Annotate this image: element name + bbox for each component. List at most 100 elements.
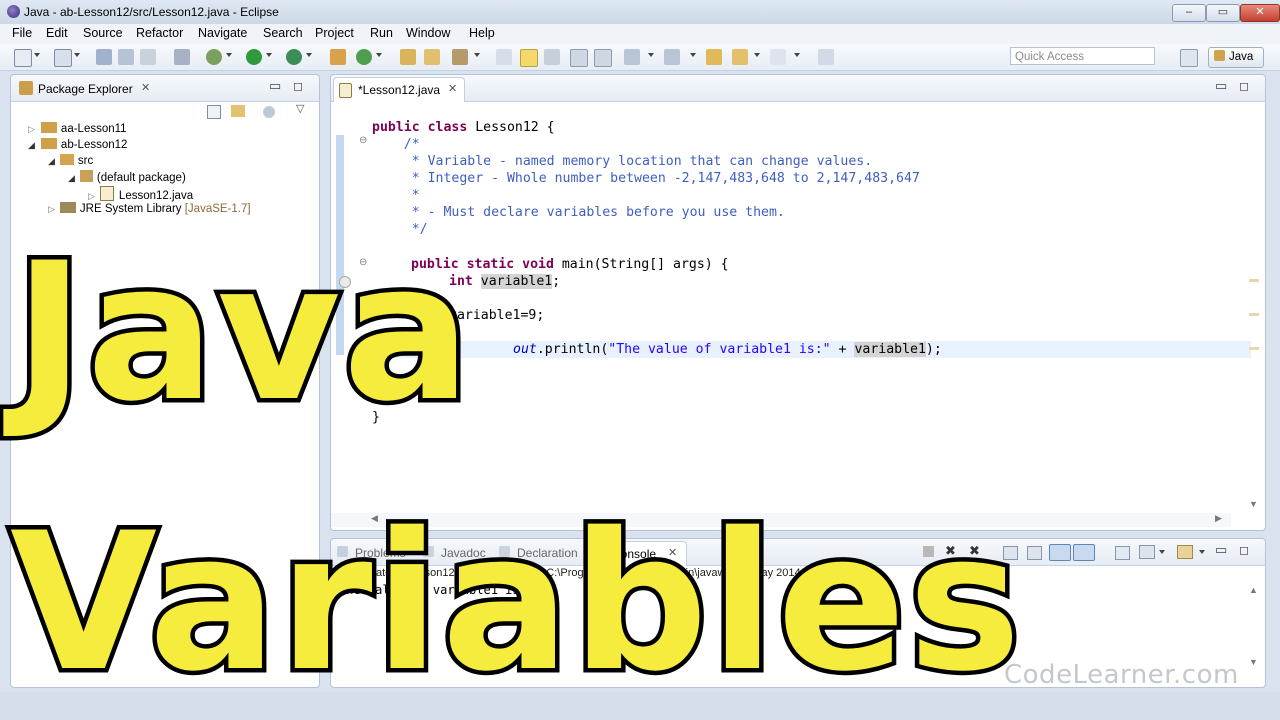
minimize-view-icon[interactable]: ▭ bbox=[1215, 78, 1227, 94]
search-icon[interactable] bbox=[452, 49, 468, 65]
scroll-right-icon[interactable]: ▶ bbox=[1215, 513, 1222, 524]
pin-console-icon[interactable] bbox=[1115, 546, 1130, 560]
chevron-down-icon[interactable] bbox=[226, 53, 232, 57]
java-perspective-icon bbox=[1214, 50, 1225, 61]
print-icon[interactable] bbox=[140, 49, 156, 65]
chevron-right-icon[interactable]: ▷ bbox=[88, 191, 95, 201]
scroll-down-icon[interactable]: ▼ bbox=[1249, 657, 1258, 667]
chevron-down-icon[interactable] bbox=[1199, 550, 1205, 554]
chevron-down-icon[interactable] bbox=[754, 53, 760, 57]
open-perspective-icon[interactable] bbox=[1180, 49, 1198, 67]
code-line-11[interactable]: out.println("The value of variable1 is:"… bbox=[449, 342, 942, 357]
close-icon[interactable]: ✕ bbox=[448, 82, 457, 95]
code-line-6[interactable]: * - Must declare variables before you us… bbox=[372, 205, 785, 220]
editor-tab[interactable]: *Lesson12.java ✕ bbox=[333, 77, 465, 102]
editor-tab-label: *Lesson12.java bbox=[358, 83, 441, 97]
chevron-down-icon[interactable] bbox=[474, 53, 480, 57]
open-folder-icon[interactable] bbox=[424, 49, 440, 65]
minimize-view-icon[interactable]: ▭ bbox=[1215, 542, 1227, 558]
paragraph-icon[interactable] bbox=[594, 49, 612, 67]
open-type-icon[interactable] bbox=[400, 49, 416, 65]
run-icon[interactable] bbox=[246, 49, 262, 65]
keyword: public class bbox=[372, 120, 468, 135]
maximize-view-icon[interactable]: ◻ bbox=[1239, 543, 1249, 557]
occurrence-marker[interactable] bbox=[1249, 279, 1259, 282]
chevron-down-icon[interactable] bbox=[648, 53, 654, 57]
mark-occurrences-icon[interactable] bbox=[520, 49, 538, 67]
maximize-view-icon[interactable]: ◻ bbox=[1239, 79, 1249, 93]
chevron-down-icon[interactable] bbox=[74, 53, 80, 57]
display-console-icon[interactable] bbox=[1139, 545, 1155, 559]
coverage-icon[interactable] bbox=[286, 49, 302, 65]
chevron-down-icon[interactable] bbox=[690, 53, 696, 57]
code-line-4[interactable]: * Integer - Whole number between -2,147,… bbox=[372, 171, 920, 186]
new-java-project-icon[interactable] bbox=[330, 49, 346, 65]
debug-icon[interactable] bbox=[206, 49, 222, 65]
view-menu-icon[interactable]: ▽ bbox=[296, 102, 304, 115]
show-on-error-icon[interactable] bbox=[1073, 544, 1095, 561]
quick-access-input[interactable]: Quick Access bbox=[1010, 47, 1155, 65]
next-annotation-icon[interactable] bbox=[624, 49, 640, 65]
menu-edit[interactable]: Edit bbox=[46, 26, 68, 40]
code-line-2[interactable]: /* bbox=[372, 137, 420, 152]
menu-help[interactable]: Help bbox=[469, 26, 495, 40]
forward-icon[interactable] bbox=[770, 49, 786, 65]
save-disk-icon[interactable] bbox=[96, 49, 112, 65]
skip-breakpoints-icon[interactable] bbox=[174, 49, 190, 65]
back-icon[interactable] bbox=[732, 49, 748, 65]
link-with-editor-icon[interactable] bbox=[231, 105, 245, 117]
save-all-icon[interactable] bbox=[118, 49, 134, 65]
menu-window[interactable]: Window bbox=[406, 26, 450, 40]
menu-navigate[interactable]: Navigate bbox=[198, 26, 247, 40]
chevron-down-icon[interactable]: ◢ bbox=[68, 173, 75, 183]
show-on-output-icon[interactable] bbox=[1049, 544, 1071, 561]
filter-icon[interactable] bbox=[263, 106, 275, 118]
chevron-down-icon[interactable] bbox=[306, 53, 312, 57]
package-explorer-tab[interactable]: Package Explorer bbox=[38, 82, 133, 96]
chevron-down-icon[interactable] bbox=[794, 53, 800, 57]
chevron-down-icon[interactable]: ◢ bbox=[48, 156, 55, 166]
menu-run[interactable]: Run bbox=[370, 26, 393, 40]
chevron-down-icon[interactable]: ◢ bbox=[28, 140, 35, 150]
occurrence-marker[interactable] bbox=[1249, 347, 1259, 350]
scroll-lock-icon[interactable] bbox=[1027, 546, 1042, 560]
code-line-3[interactable]: * Variable - named memory location that … bbox=[372, 154, 873, 169]
code-line-5[interactable]: * bbox=[372, 188, 420, 203]
menu-refactor[interactable]: Refactor bbox=[136, 26, 183, 40]
chevron-down-icon[interactable] bbox=[266, 53, 272, 57]
show-whitespace-icon[interactable] bbox=[570, 49, 588, 67]
new-class-icon[interactable] bbox=[356, 49, 372, 65]
new-icon[interactable] bbox=[14, 49, 32, 67]
tree-item-jre-library[interactable]: ▷ JRE System Library [JavaSE-1.7] bbox=[48, 202, 318, 220]
code-line-1[interactable]: public class Lesson12 { bbox=[372, 120, 555, 135]
minimize-button[interactable]: – bbox=[1172, 4, 1206, 22]
occurrence-marker[interactable] bbox=[1249, 313, 1259, 316]
scroll-down-icon[interactable]: ▼ bbox=[1249, 499, 1258, 509]
menu-source[interactable]: Source bbox=[83, 26, 123, 40]
last-edit-icon[interactable] bbox=[706, 49, 722, 65]
menu-file[interactable]: File bbox=[12, 26, 32, 40]
chevron-down-icon[interactable] bbox=[1159, 550, 1165, 554]
scroll-up-icon[interactable]: ▲ bbox=[1249, 585, 1258, 595]
close-icon[interactable]: ✕ bbox=[141, 81, 150, 94]
chevron-right-icon[interactable]: ▷ bbox=[28, 124, 35, 134]
chevron-down-icon[interactable] bbox=[34, 53, 40, 57]
chevron-right-icon[interactable]: ▷ bbox=[48, 204, 55, 214]
block-selection-icon[interactable] bbox=[544, 49, 560, 65]
open-console-icon[interactable] bbox=[1177, 545, 1193, 559]
chevron-down-icon[interactable] bbox=[376, 53, 382, 57]
menu-project[interactable]: Project bbox=[315, 26, 354, 40]
maximize-view-icon[interactable]: ◻ bbox=[293, 79, 303, 93]
variable-occurrence: variable1 bbox=[480, 274, 553, 289]
save-icon[interactable] bbox=[54, 49, 72, 67]
fold-icon[interactable]: ⊖ bbox=[359, 135, 367, 146]
collapse-all-icon[interactable] bbox=[207, 105, 221, 119]
pin-editor-icon[interactable] bbox=[818, 49, 834, 65]
menu-search[interactable]: Search bbox=[263, 26, 303, 40]
previous-annotation-icon[interactable] bbox=[664, 49, 680, 65]
minimize-view-icon[interactable]: ▭ bbox=[269, 78, 281, 94]
toggle-breadcrumb-icon[interactable] bbox=[496, 49, 512, 65]
close-button[interactable]: ✕ bbox=[1240, 4, 1280, 22]
maximize-button[interactable]: ▭ bbox=[1206, 4, 1240, 22]
java-perspective-button[interactable]: Java bbox=[1208, 47, 1264, 68]
